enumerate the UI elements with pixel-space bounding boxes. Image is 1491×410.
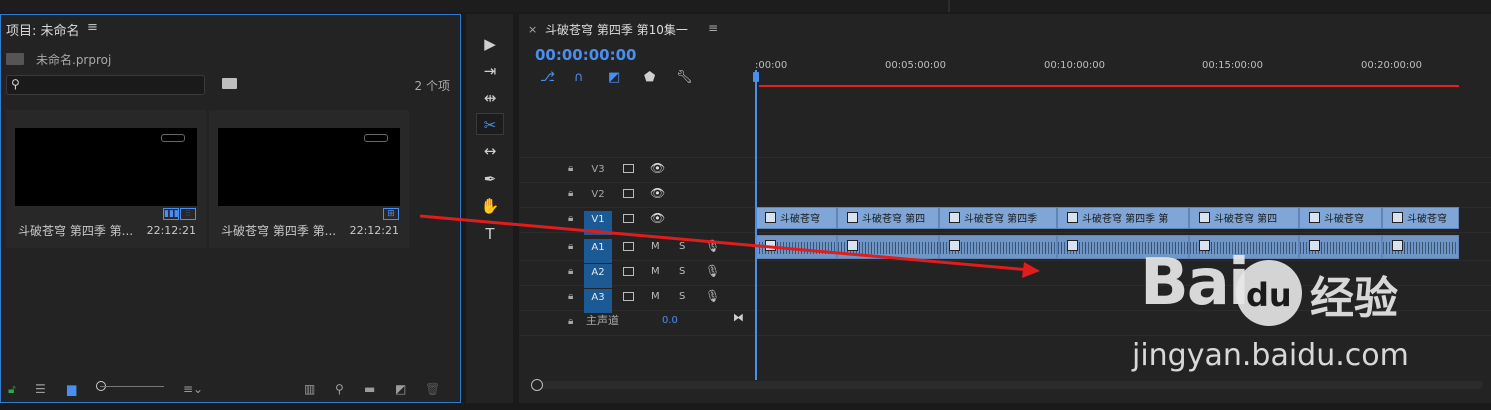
paw-logo-icon: du	[1236, 260, 1302, 326]
watermark-cn: 经验	[1310, 273, 1398, 324]
watermark-url: jingyan.baidu.com	[1132, 338, 1409, 373]
watermark-brand: Bai	[1140, 246, 1250, 320]
arrow-line	[419, 214, 1031, 272]
baidu-watermark: Bai du 经验 jingyan.baidu.com	[1132, 246, 1490, 386]
watermark-brand-du: du	[1246, 276, 1292, 314]
arrow-head	[1022, 262, 1040, 278]
